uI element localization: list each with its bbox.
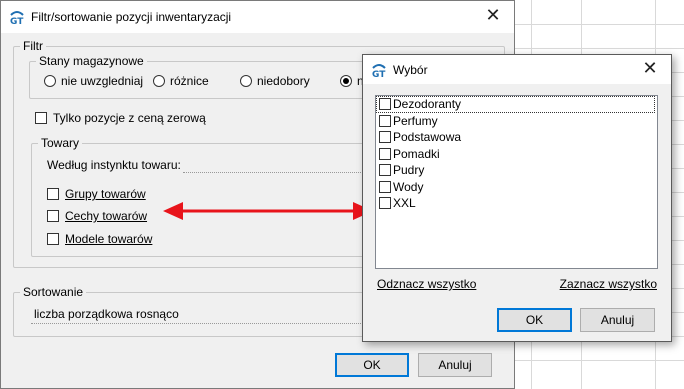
svg-text:GT: GT — [372, 70, 386, 78]
popup-cancel-button[interactable]: Anuluj — [580, 308, 655, 332]
checkbox-box — [47, 210, 59, 222]
main-ok-button[interactable]: OK — [335, 353, 409, 377]
close-icon[interactable]: ✕ — [641, 60, 659, 78]
list-item-label: Wody — [393, 179, 424, 194]
app-logo-icon: GT — [372, 63, 386, 78]
sort-legend: Sortowanie — [20, 285, 87, 299]
popup-ok-button[interactable]: OK — [497, 308, 572, 332]
unselect-all-link[interactable]: Odznacz wszystko — [377, 277, 476, 291]
sort-field-underline — [31, 323, 361, 324]
radio-circle — [44, 75, 56, 87]
checkbox-box[interactable] — [379, 164, 391, 177]
selection-listbox[interactable]: Dezodoranty Perfumy Podstawowa Pomadki P… — [375, 95, 658, 269]
checkbox-box — [47, 188, 59, 200]
main-dialog-title: Filtr/sortowanie pozycji inwentaryzacji — [31, 10, 232, 24]
close-icon[interactable]: ✕ — [484, 7, 502, 25]
list-item-label: Perfumy — [393, 113, 438, 128]
radio-shortages[interactable]: niedobory — [240, 74, 310, 88]
radio-differences[interactable]: różnice — [153, 74, 209, 88]
product-models-checkbox[interactable]: Modele towarów — [47, 232, 152, 246]
checkbox-box — [47, 233, 59, 245]
filter-legend: Filtr — [20, 39, 46, 53]
zero-price-checkbox[interactable]: Tylko pozycje z ceną zerową — [35, 111, 206, 125]
product-groups-checkbox[interactable]: Grupy towarów — [47, 187, 146, 201]
checkbox-box — [35, 112, 47, 124]
stock-states-legend: Stany magazynowe — [36, 54, 147, 68]
list-item[interactable]: Podstawowa — [376, 129, 657, 146]
checkbox-box[interactable] — [379, 197, 391, 210]
list-item[interactable]: Pudry — [376, 162, 657, 179]
radio-circle — [153, 75, 165, 87]
app-logo-icon: GT — [10, 11, 24, 25]
radio-circle — [240, 75, 252, 87]
list-item[interactable]: Pomadki — [376, 146, 657, 163]
arrow-head-left — [163, 202, 183, 220]
list-item[interactable]: Perfumy — [376, 113, 657, 130]
list-item[interactable]: Wody — [376, 179, 657, 196]
sort-value[interactable]: liczba porządkowa rosnąco — [34, 307, 179, 321]
products-legend: Towary — [38, 136, 83, 150]
list-item-label: XXL — [393, 196, 416, 211]
checkbox-box[interactable] — [379, 114, 391, 127]
product-features-checkbox[interactable]: Cechy towarów — [47, 209, 147, 223]
list-item[interactable]: Dezodoranty — [376, 96, 655, 113]
radio-ignore[interactable]: nie uwzgledniaj — [44, 74, 143, 88]
main-titlebar: GT Filtr/sortowanie pozycji inwentaryzac… — [1, 1, 514, 33]
selection-dialog: GT Wybór ✕ Dezodoranty Perfumy Podstawow… — [362, 54, 672, 342]
checkbox-box[interactable] — [379, 180, 391, 193]
radio-ignore-label: nie uwzgledniaj — [61, 74, 144, 88]
red-double-arrow — [163, 202, 373, 220]
popup-titlebar: GT Wybór ✕ — [363, 55, 671, 84]
radio-differences-label: różnice — [170, 74, 209, 88]
main-cancel-button[interactable]: Anuluj — [418, 353, 492, 377]
select-all-link[interactable]: Zaznacz wszystko — [560, 277, 657, 291]
list-item-label: Pudry — [393, 163, 425, 178]
radio-circle-selected — [340, 75, 352, 87]
list-item-label: Dezodoranty — [393, 97, 462, 112]
instinct-label: Według instynktu towaru: — [47, 158, 181, 172]
checkbox-box[interactable] — [379, 98, 391, 111]
product-models-link[interactable]: Modele towarów — [65, 232, 152, 246]
list-item-label: Pomadki — [393, 146, 440, 161]
checkbox-box[interactable] — [379, 147, 391, 160]
product-groups-link[interactable]: Grupy towarów — [65, 187, 146, 201]
popup-title: Wybór — [393, 62, 428, 77]
instinct-field[interactable] — [183, 172, 363, 173]
zero-price-label: Tylko pozycje z ceną zerową — [53, 111, 206, 125]
svg-text:GT: GT — [10, 17, 24, 25]
list-item-label: Podstawowa — [393, 130, 462, 145]
list-item[interactable]: XXL — [376, 195, 657, 212]
checkbox-box[interactable] — [379, 131, 391, 144]
radio-shortages-label: niedobory — [257, 74, 310, 88]
product-features-link[interactable]: Cechy towarów — [65, 209, 147, 223]
